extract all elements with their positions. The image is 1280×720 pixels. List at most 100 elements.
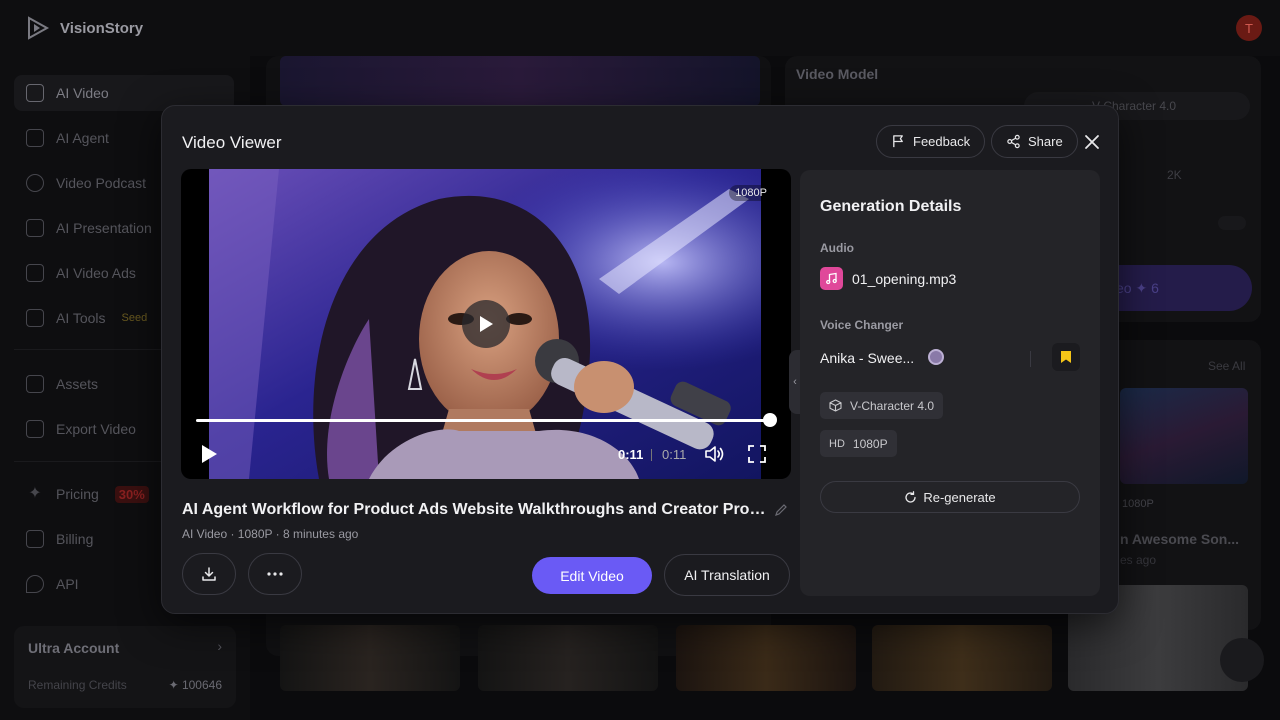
billing-icon [26, 530, 44, 548]
generation-details-panel: Generation Details Audio 01_opening.mp3 … [800, 170, 1100, 596]
feedback-button[interactable]: Feedback [876, 125, 986, 158]
total-time: 0:11 [662, 447, 687, 462]
edit-video-button[interactable]: Edit Video [532, 557, 652, 594]
credits-value: ✦ 100646 [168, 678, 222, 692]
toggle-switch [1218, 216, 1246, 230]
volume-icon[interactable] [703, 443, 725, 465]
details-title: Generation Details [820, 198, 962, 215]
key-icon [26, 575, 44, 593]
time-divider [651, 449, 652, 461]
refresh-icon [905, 490, 917, 503]
presentation-icon [26, 219, 44, 237]
share-icon [1007, 134, 1020, 149]
top-bar: VisionStory T [0, 0, 1280, 56]
resolution-chip: HD 1080P [820, 430, 897, 457]
sidebar-item-label: Export Video [56, 421, 136, 437]
model-chip-label: V-Character 4.0 [850, 398, 935, 413]
cube-icon [829, 399, 842, 412]
progress-handle[interactable] [763, 413, 777, 427]
background-thumbnail [280, 56, 760, 106]
sidebar-item-label: Pricing [56, 486, 99, 502]
sidebar-item-label: Billing [56, 531, 94, 547]
video-viewer-modal: Video Viewer Feedback Share 1080P 0:11 0… [161, 105, 1119, 614]
audio-filename: 01_opening.mp3 [852, 270, 957, 287]
regenerate-label: Re-generate [923, 489, 996, 505]
credits-label: Remaining Credits [28, 678, 127, 692]
gallery-thumbnail [1120, 388, 1248, 484]
sidebar-item-label: AI Video [56, 85, 109, 101]
fullscreen-icon[interactable] [747, 444, 767, 464]
card-time: es ago [1120, 553, 1157, 567]
audio-file-row[interactable]: 01_opening.mp3 [820, 267, 956, 290]
resolution-tag: 1080P [729, 185, 773, 201]
pencil-icon[interactable] [774, 503, 788, 517]
card-title: n Awesome Son... [1120, 531, 1240, 547]
sidebar-item-label: AI Tools [56, 310, 106, 326]
hd-label: HD [829, 437, 845, 450]
feedback-label: Feedback [913, 134, 971, 149]
share-button[interactable]: Share [991, 125, 1078, 158]
download-icon [202, 567, 216, 581]
play-icon[interactable] [199, 443, 219, 465]
res-option-label: 2K [1167, 168, 1182, 182]
card-res-label: 1080P [1122, 498, 1154, 510]
help-chat-button[interactable] [1220, 638, 1264, 682]
credits-number: 100646 [181, 678, 222, 692]
progress-bar[interactable] [196, 419, 771, 422]
grid-icon [26, 309, 44, 327]
video-meta: AI Video · 1080P · 8 minutes ago [182, 527, 359, 541]
divider [1030, 351, 1031, 367]
ellipsis-icon [267, 572, 283, 576]
sidebar-item-label: API [56, 576, 79, 592]
sidebar-item-label: Video Podcast [56, 175, 147, 191]
sidebar-item-label: AI Presentation [56, 220, 152, 236]
play-overlay-button[interactable] [462, 300, 510, 348]
video-title: AI Agent Workflow for Product Ads Websit… [182, 501, 772, 518]
sidebar-item-label: Assets [56, 376, 99, 392]
video-model-label: Video Model [796, 66, 879, 82]
new-badge: Seed [121, 312, 148, 324]
gallery-thumbnail [280, 625, 460, 691]
voice-changer-label: Voice Changer [820, 318, 904, 332]
podcast-icon [26, 174, 44, 192]
ai-translation-button[interactable]: AI Translation [664, 554, 790, 596]
app-logo[interactable]: VisionStory [26, 16, 143, 40]
sidebar-item-label: AI Agent [56, 130, 109, 146]
video-player[interactable]: 1080P 0:11 0:11 [181, 169, 791, 479]
sparkle-icon: ✦ [28, 485, 42, 502]
bookmark-button[interactable] [1052, 343, 1080, 371]
ads-icon [26, 264, 44, 282]
account-title: Ultra Account [28, 640, 120, 656]
gallery-thumbnail [676, 625, 856, 691]
magic-wand-icon [26, 129, 44, 147]
regenerate-button[interactable]: Re-generate [820, 481, 1080, 513]
export-icon [26, 420, 44, 438]
audio-label: Audio [820, 241, 854, 255]
bookmark-icon [1061, 351, 1071, 363]
account-card[interactable]: Ultra Account › Remaining Credits ✦ 1006… [14, 626, 236, 708]
video-user-icon [26, 84, 44, 102]
discount-badge: 30% [114, 485, 149, 503]
gallery-thumbnail [872, 625, 1052, 691]
more-options-button[interactable] [248, 553, 302, 595]
modal-title: Video Viewer [182, 133, 282, 152]
current-time: 0:11 [618, 447, 644, 462]
voice-name: Anika - Swee... [820, 350, 915, 366]
voice-avatar [928, 349, 944, 365]
app-name: VisionStory [60, 19, 144, 37]
share-label: Share [1028, 134, 1063, 149]
chevron-left-icon: ‹ [793, 376, 797, 388]
close-icon[interactable] [1082, 132, 1102, 152]
folder-icon [26, 375, 44, 393]
sidebar-item-label: AI Video Ads [56, 265, 136, 281]
chevron-right-icon: › [217, 638, 222, 654]
user-avatar[interactable]: T [1236, 15, 1262, 41]
logo-icon [28, 16, 50, 40]
gallery-thumbnail [478, 625, 658, 691]
flag-icon [893, 135, 903, 148]
download-button[interactable] [182, 553, 236, 595]
model-chip: V-Character 4.0 [820, 392, 944, 419]
see-all-link: See All [1208, 359, 1246, 373]
resolution-chip-label: 1080P [852, 436, 888, 451]
music-note-icon [820, 267, 843, 290]
